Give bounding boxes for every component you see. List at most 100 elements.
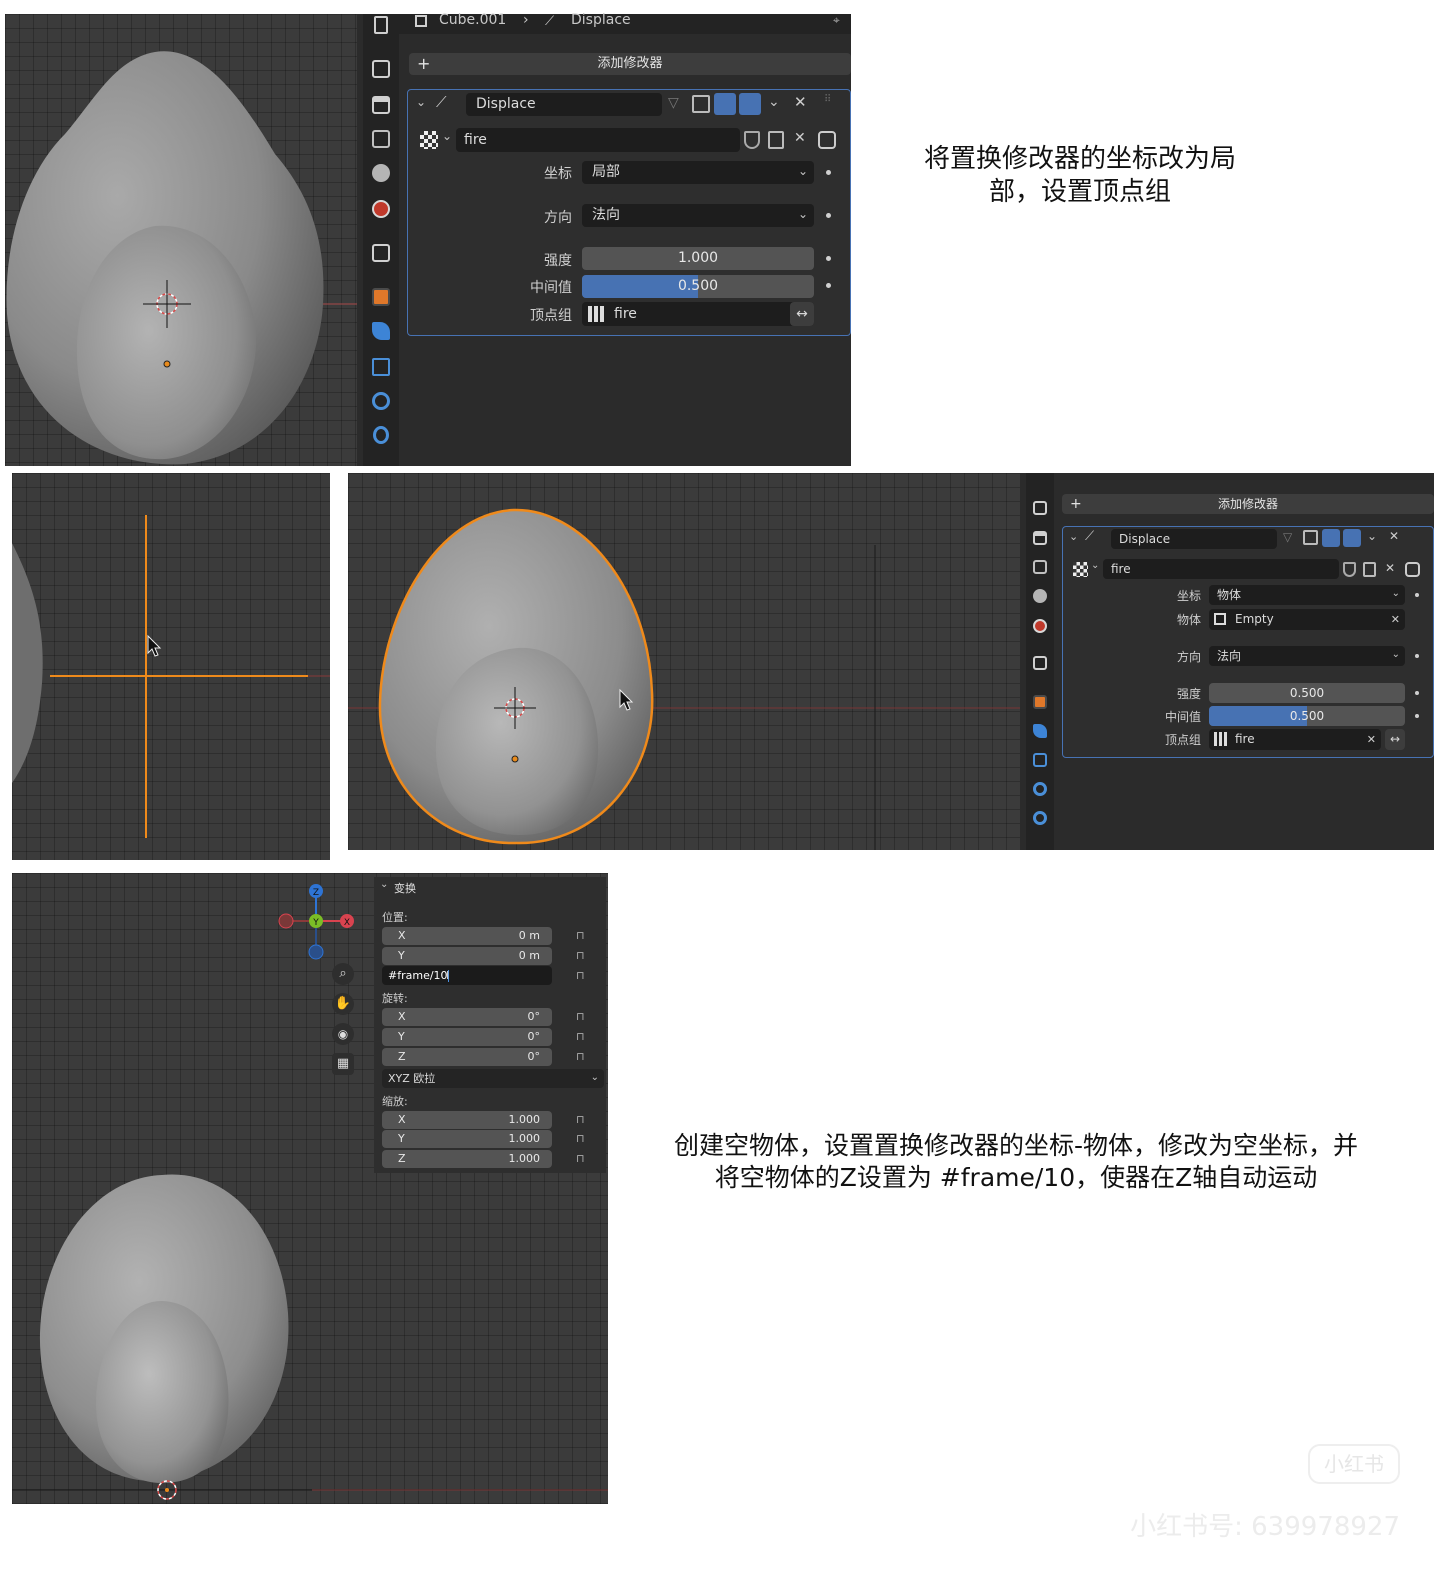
breadcrumb-object[interactable]: Cube.001 [439,12,506,28]
keyframe-dot[interactable] [826,213,831,218]
object-icon[interactable] [1033,695,1047,709]
lock-icon[interactable]: ⊓ [576,1152,585,1165]
strength-field[interactable]: 0.500 [1209,683,1405,703]
rotation-mode-dropdown[interactable]: XYZ 欧拉 ⌄ [382,1069,604,1088]
render-camera-icon[interactable] [739,93,761,115]
output-icon[interactable] [372,96,390,114]
zoom-icon[interactable]: ⌕ [332,963,354,985]
texture-field[interactable]: fire [1103,559,1339,579]
chevron-down-icon[interactable]: ⌄ [1091,560,1099,571]
drag-handle-icon[interactable]: ⠿ [824,94,831,105]
keyframe-dot[interactable] [1415,714,1419,718]
swap-icon[interactable]: ↔ [1385,729,1405,750]
constraints-icon[interactable] [1033,811,1047,825]
navigation-gizmo[interactable]: Z X Y [274,881,360,963]
collection-icon[interactable] [1033,656,1047,670]
chevron-down-icon[interactable]: ⌄ [1367,529,1377,543]
copy-icon[interactable] [1363,562,1376,577]
scale-y-field[interactable]: Y 1.000 [382,1130,552,1148]
grid-icon[interactable]: ▦ [332,1053,354,1075]
constraints-icon[interactable] [373,426,389,444]
edit-mode-icon[interactable] [692,95,710,113]
keyframe-dot[interactable] [826,170,831,175]
close-icon[interactable]: ✕ [1389,529,1399,543]
filter-icon[interactable]: ▽ [1283,530,1292,544]
toggle-icon[interactable] [818,131,836,149]
swap-icon[interactable]: ↔ [790,302,814,326]
scene-icon[interactable] [1033,589,1047,603]
scale-z-field[interactable]: Z 1.000 [382,1150,552,1168]
lock-icon[interactable]: ⊓ [576,1050,585,1063]
close-icon[interactable]: ✕ [1391,609,1400,630]
coordinates-dropdown[interactable]: 局部 ⌄ [582,161,814,184]
lock-icon[interactable]: ⊓ [576,929,585,942]
location-z-input[interactable]: #frame/10 Ⅰ [382,966,552,985]
hand-icon[interactable]: ✋ [332,993,354,1015]
particles-icon[interactable] [1033,753,1047,767]
texture-field[interactable]: fire [456,128,740,152]
coordinates-dropdown[interactable]: 物体 ⌄ [1209,585,1405,605]
keyframe-dot[interactable] [826,283,831,288]
filter-icon[interactable]: ▽ [668,95,679,111]
transform-header[interactable]: 变换 [394,880,416,896]
direction-dropdown[interactable]: 法向 ⌄ [582,204,814,227]
scene-icon[interactable] [372,164,390,182]
location-x-field[interactable]: X 0 m [382,927,552,945]
direction-dropdown[interactable]: 法向 ⌄ [1209,646,1405,666]
chevron-down-icon[interactable]: ⌄ [442,129,452,143]
add-modifier-button[interactable]: + 添加修改器 [1062,494,1434,514]
realtime-icon[interactable] [714,93,736,115]
world-icon[interactable] [372,200,390,218]
shield-icon[interactable] [744,131,760,149]
vertex-group-field[interactable]: fire ✕ [1209,729,1381,750]
strength-field[interactable]: 1.000 [582,247,814,270]
edit-mode-icon[interactable] [1303,530,1318,545]
lock-icon[interactable]: ⊓ [576,1030,585,1043]
keyframe-dot[interactable] [1415,691,1419,695]
world-icon[interactable] [1033,619,1047,633]
modifier-wrench-icon[interactable] [1033,724,1047,738]
modifier-name-field[interactable]: Displace [466,93,662,116]
lock-icon[interactable]: ⊓ [576,1132,585,1145]
object-field[interactable]: Empty ✕ [1209,609,1405,630]
scale-x-field[interactable]: X 1.000 [382,1111,552,1129]
toggle-icon[interactable] [1405,562,1420,577]
viewport-empty[interactable] [12,473,330,860]
keyframe-dot[interactable] [826,256,831,261]
chevron-down-icon[interactable]: ⌄ [768,94,780,110]
lock-icon[interactable]: ⊓ [576,969,585,982]
collapse-chevron-icon[interactable]: ⌄ [380,879,388,890]
pin-icon[interactable]: ⌖ [833,13,840,28]
object-icon[interactable] [372,288,390,306]
camera-icon[interactable]: ◉ [332,1023,354,1045]
lock-icon[interactable]: ⊓ [576,949,585,962]
rotation-x-field[interactable]: X 0° [382,1008,552,1026]
particles-icon[interactable] [372,358,390,376]
breadcrumb-modifier[interactable]: Displace [571,12,631,28]
close-icon[interactable]: ✕ [794,130,806,146]
texture-checker-icon[interactable] [420,131,438,149]
keyframe-dot[interactable] [1415,593,1419,597]
tool-icon[interactable] [374,16,388,34]
view-layer-icon[interactable] [372,130,390,148]
render-icon[interactable] [372,60,390,78]
view-layer-icon[interactable] [1033,560,1047,574]
realtime-icon[interactable] [1322,529,1340,547]
lock-icon[interactable]: ⊓ [576,1113,585,1126]
midlevel-field[interactable]: 0.500 [582,275,814,298]
collapse-chevron-icon[interactable]: ⌄ [1069,530,1078,543]
texture-checker-icon[interactable] [1073,562,1088,577]
modifier-wrench-icon[interactable] [372,322,390,340]
shield-icon[interactable] [1343,562,1356,577]
collection-icon[interactable] [372,244,390,262]
render-camera-icon[interactable] [1343,529,1361,547]
physics-icon[interactable] [1033,782,1047,796]
render-icon[interactable] [1033,501,1047,515]
lock-icon[interactable]: ⊓ [576,1010,585,1023]
copy-icon[interactable] [768,131,784,149]
rotation-z-field[interactable]: Z 0° [382,1048,552,1066]
viewport-2[interactable] [348,473,1020,850]
close-icon[interactable]: ✕ [1367,729,1376,750]
physics-icon[interactable] [372,392,390,410]
keyframe-dot[interactable] [1415,654,1419,658]
